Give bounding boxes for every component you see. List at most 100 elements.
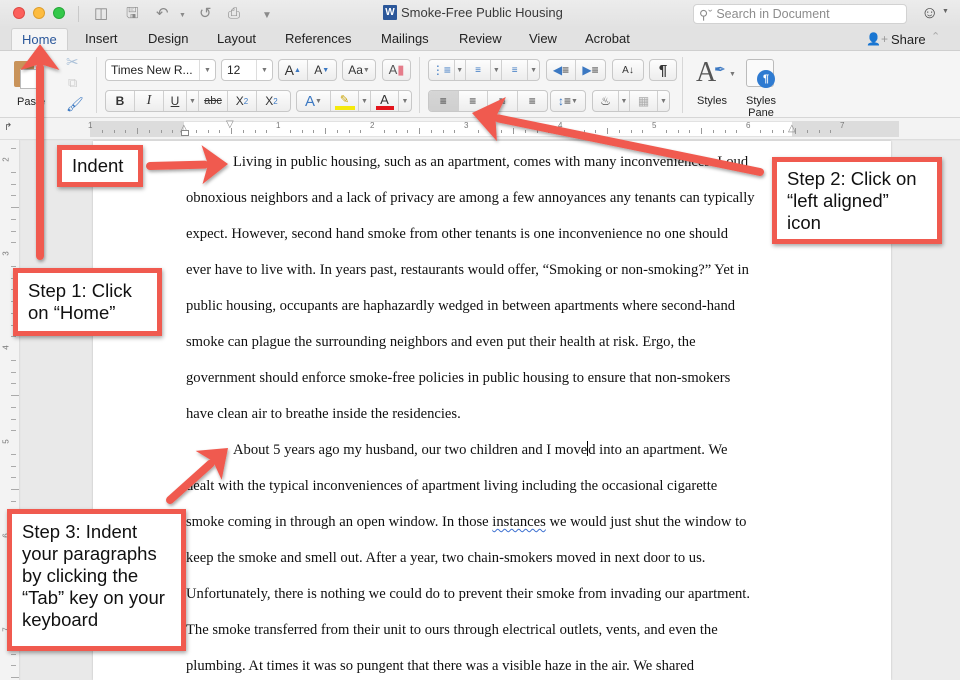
styles-pane-button[interactable]: ¶ <box>746 59 775 88</box>
right-indent-marker[interactable]: △ <box>788 123 796 134</box>
numbering-button[interactable]: ≡ <box>466 60 492 80</box>
multilevel-dropdown[interactable]: ▼ <box>528 60 539 80</box>
highlight-button[interactable]: ✎ <box>331 91 359 111</box>
tab-home[interactable]: Home <box>11 28 68 50</box>
show-formatting-button[interactable]: ¶ <box>649 59 677 81</box>
copy-icon[interactable]: ⧉ <box>68 75 77 91</box>
clear-formatting-button[interactable]: A▮ <box>382 59 411 81</box>
borders-dropdown[interactable]: ▼ <box>658 91 669 111</box>
align-right-button[interactable]: ≡ <box>488 91 518 111</box>
shrink-font-button[interactable]: A ▼ <box>308 60 336 80</box>
document-line[interactable]: ever have to live with. In years past, r… <box>186 261 749 279</box>
tab-acrobat[interactable]: Acrobat <box>585 28 630 50</box>
format-painter-icon[interactable]: 🖌 <box>66 96 84 113</box>
multilevel-list-button[interactable]: ≡ <box>502 60 529 80</box>
save-icon[interactable]: 🖫 <box>126 4 139 24</box>
left-indent-marker[interactable] <box>181 130 189 136</box>
justify-button[interactable]: ≡ <box>518 91 547 111</box>
sidebar-toggle-icon[interactable]: ◫ <box>94 4 108 24</box>
share-button[interactable]: 👤+ Share <box>866 28 926 50</box>
document-line[interactable]: keep the smoke and smell out. After a ye… <box>186 549 705 567</box>
line-text: The smoke transferred from their unit to… <box>186 622 718 638</box>
collapse-ribbon-icon[interactable]: ⌃ <box>931 30 940 43</box>
maximize-window-button[interactable] <box>53 7 65 19</box>
feedback-smiley-icon[interactable]: ☺ <box>921 3 938 23</box>
callout-step1: Step 1: Click on “Home” <box>13 268 162 336</box>
ruler-tick <box>454 130 456 133</box>
spelling-flag: instances <box>492 514 546 530</box>
document-line[interactable]: obnoxious neighbors and a lack of privac… <box>186 189 755 207</box>
italic-button[interactable]: I <box>135 91 164 111</box>
bullets-button[interactable]: ⋮≡ <box>429 60 455 80</box>
ruler-tick <box>724 130 726 133</box>
document-line[interactable]: The smoke transferred from their unit to… <box>186 621 718 639</box>
word-doc-icon: W <box>383 5 397 20</box>
print-icon[interactable]: ⎙ <box>228 4 240 24</box>
ruler-tick <box>11 395 19 396</box>
window-title-text: Smoke-Free Public Housing <box>401 5 563 20</box>
increase-indent-button[interactable]: ▶ ≡ <box>576 60 605 80</box>
align-left-button[interactable]: ≡ <box>429 91 459 111</box>
tab-design[interactable]: Design <box>148 28 188 50</box>
styles-gallery-button[interactable]: A ✒ ▼ <box>696 57 736 91</box>
redo-icon[interactable]: ↺ <box>199 4 212 24</box>
horizontal-ruler[interactable]: ↱ 11234567 △ ▽ △ <box>0 118 960 140</box>
document-line[interactable]: public housing, occupants are haphazardl… <box>186 297 735 315</box>
feedback-dropdown-icon[interactable]: ▼ <box>942 8 949 15</box>
tab-view[interactable]: View <box>529 28 557 50</box>
undo-icon[interactable]: ↶ <box>156 4 169 24</box>
shading-button[interactable]: ♨ <box>593 91 619 111</box>
document-line[interactable]: expect. However, second hand smoke from … <box>186 225 728 243</box>
document-line[interactable]: smoke coming in through an open window. … <box>186 513 746 531</box>
tab-references[interactable]: References <box>285 28 351 50</box>
cut-icon[interactable]: ✂ <box>66 53 79 71</box>
subscript-button[interactable]: X2 <box>228 91 257 111</box>
bullets-dropdown[interactable]: ▼ <box>455 60 466 80</box>
document-line[interactable]: Living in public housing, such as an apa… <box>233 153 748 171</box>
document-line[interactable]: plumbing. At times it was so pungent tha… <box>186 657 694 675</box>
font-color-dropdown[interactable]: ▼ <box>399 91 411 111</box>
tab-insert[interactable]: Insert <box>85 28 118 50</box>
underline-dropdown[interactable]: ▼ <box>187 91 199 111</box>
first-line-indent-marker[interactable]: ▽ <box>226 119 234 130</box>
ruler-tick <box>242 130 244 133</box>
document-line[interactable]: About 5 years ago my husband, our two ch… <box>233 441 727 459</box>
underline-button[interactable]: U <box>164 91 187 111</box>
decrease-indent-button[interactable]: ◀ ≡ <box>547 60 577 80</box>
sort-button[interactable]: A↓ <box>612 59 644 81</box>
tab-review[interactable]: Review <box>459 28 502 50</box>
document-line[interactable]: Unfortunately, there is nothing we could… <box>186 585 750 603</box>
close-window-button[interactable] <box>13 7 25 19</box>
align-center-button[interactable]: ≡ <box>459 91 488 111</box>
tab-stop-selector[interactable]: ↱ <box>4 122 12 133</box>
ruler-tick <box>759 130 761 133</box>
shading-dropdown[interactable]: ▼ <box>619 91 630 111</box>
font-name-select[interactable]: Times New R... ▼ <box>105 59 216 81</box>
tab-layout[interactable]: Layout <box>217 28 256 50</box>
document-line[interactable]: smoke can plague the surrounding neighbo… <box>186 333 696 351</box>
font-size-select[interactable]: 12 ▼ <box>221 59 273 81</box>
numbering-dropdown[interactable]: ▼ <box>491 60 503 80</box>
grow-font-button[interactable]: A ▲ <box>279 60 308 80</box>
superscript-button[interactable]: X2 <box>257 91 286 111</box>
text-effects-button[interactable]: A ▼ <box>297 91 331 111</box>
search-input[interactable] <box>716 7 887 21</box>
search-field[interactable]: ⚲ˇ <box>693 4 907 24</box>
tab-mailings[interactable]: Mailings <box>381 28 429 50</box>
line-spacing-button[interactable]: ↕ ≡ ▼ <box>550 90 586 112</box>
document-line[interactable]: have clean air to breathe inside the res… <box>186 405 461 423</box>
search-icon: ⚲ˇ <box>699 7 713 22</box>
customize-toolbar-icon[interactable]: ▼ <box>262 6 272 26</box>
strikethrough-button[interactable]: abc <box>199 91 228 111</box>
document-line[interactable]: government should enforce smoke-free pol… <box>186 369 730 387</box>
document-line[interactable]: dealt with the typical inconveniences of… <box>186 477 717 495</box>
paste-button[interactable] <box>12 59 38 89</box>
ruler-tick <box>712 130 714 133</box>
change-case-button[interactable]: Aa ▼ <box>342 59 376 81</box>
borders-button[interactable]: ▦ <box>630 91 658 111</box>
bold-button[interactable]: B <box>106 91 135 111</box>
undo-dropdown-icon[interactable]: ▼ <box>179 6 186 26</box>
minimize-window-button[interactable] <box>33 7 45 19</box>
font-color-button[interactable]: A <box>371 91 399 111</box>
highlight-dropdown[interactable]: ▼ <box>359 91 371 111</box>
